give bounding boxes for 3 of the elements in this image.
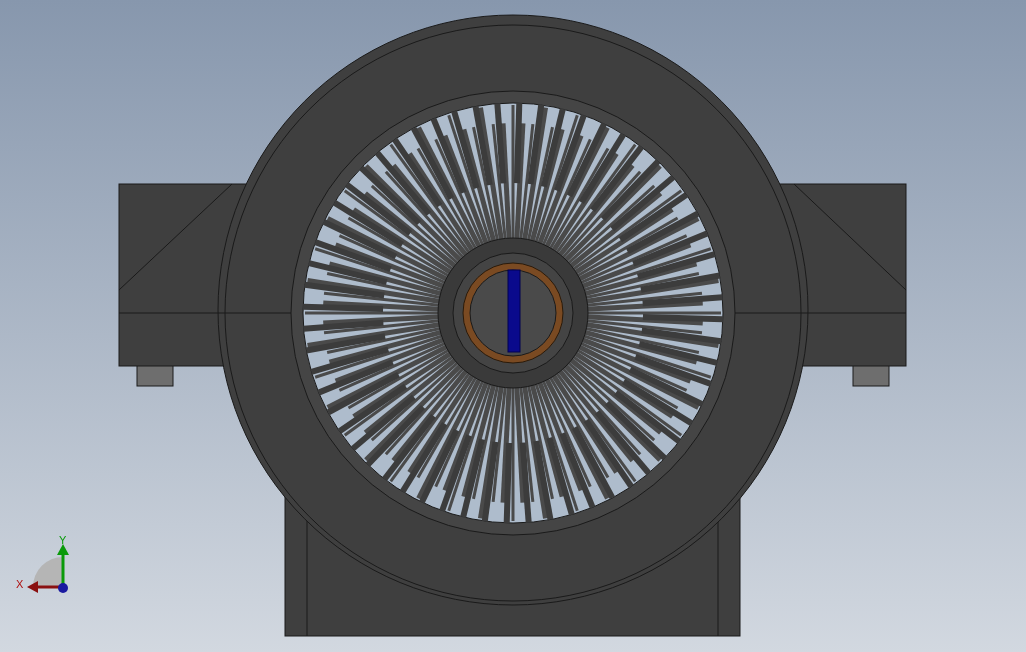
axis-triad-icon [27, 544, 69, 593]
y-axis-label: Y [59, 534, 67, 546]
x-axis-label: X [16, 578, 24, 590]
